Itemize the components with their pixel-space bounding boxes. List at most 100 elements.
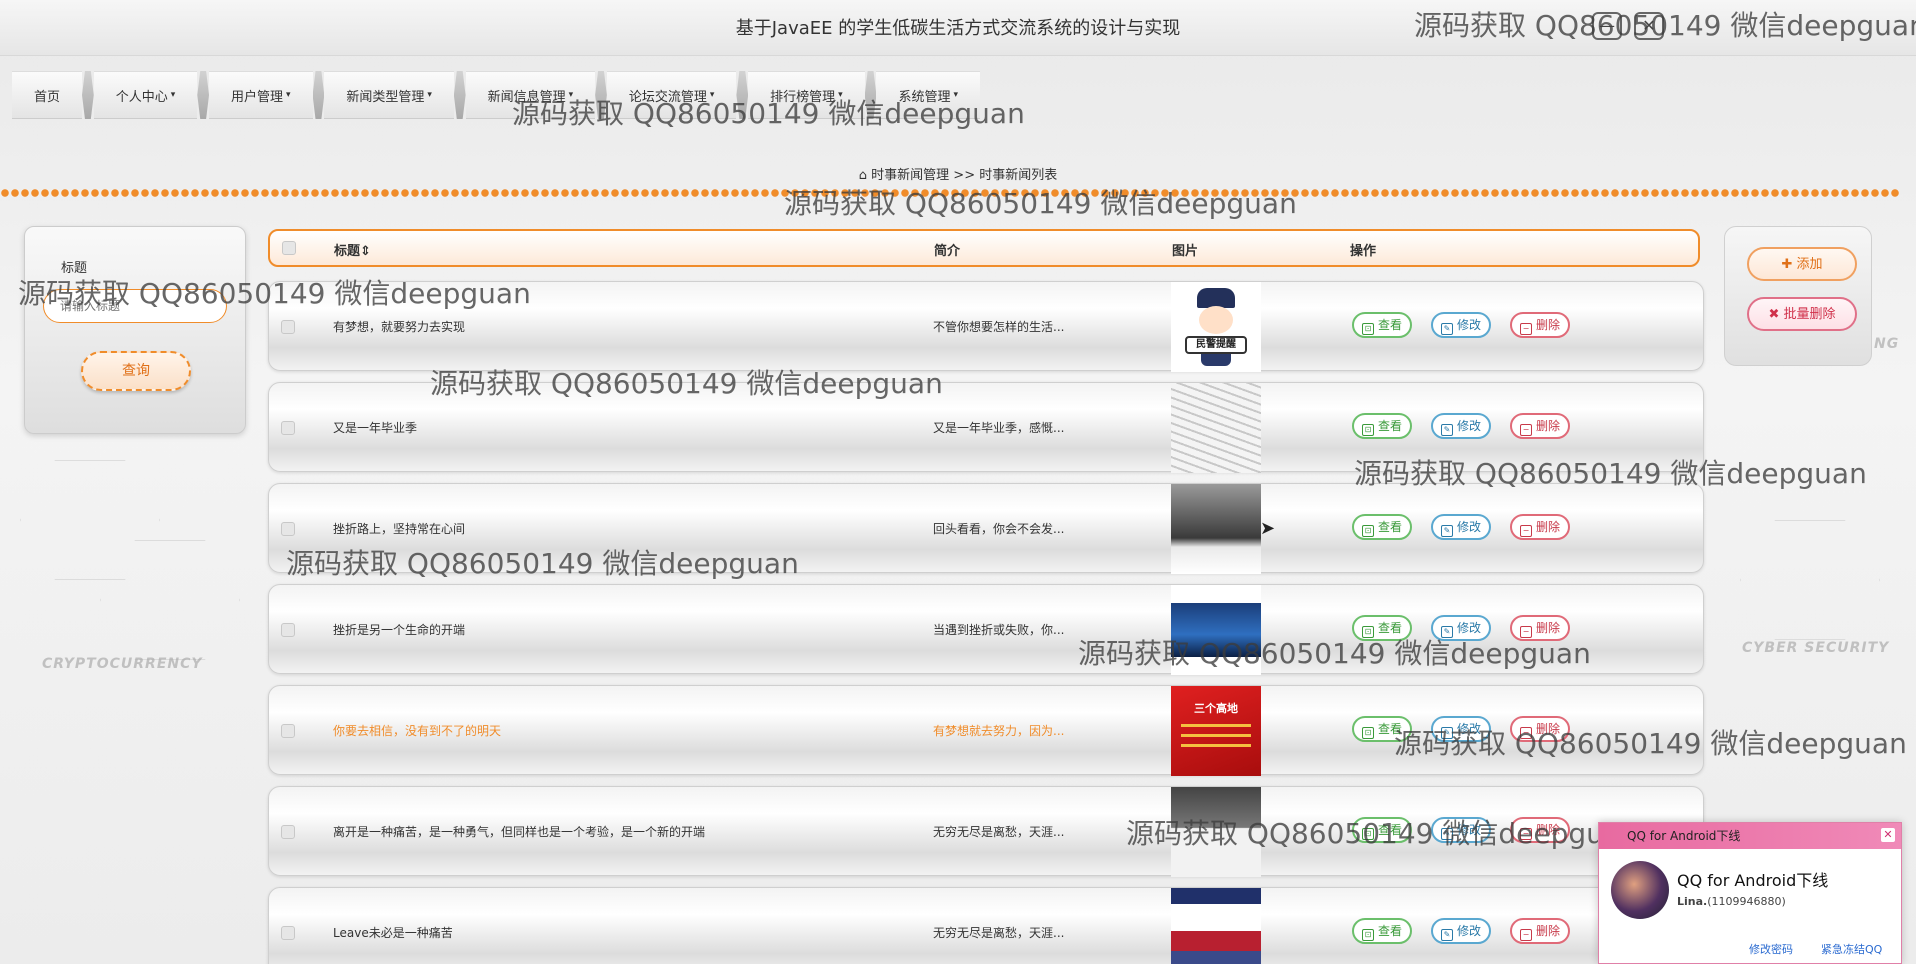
delete-button[interactable]: − 删除 (1510, 817, 1571, 843)
row-checkbox[interactable] (281, 522, 295, 536)
image-caption: 三个高地 (1194, 702, 1238, 715)
action-panel: ✚ 添加 ✖ 批量删除 (1724, 226, 1872, 366)
view-button-label: 查看 (1378, 621, 1403, 635)
edit-button[interactable]: ✎ 修改 (1431, 817, 1492, 843)
nav-item-3[interactable]: 新闻类型管理 ▾ (324, 71, 454, 119)
delete-button[interactable]: − 删除 (1510, 312, 1571, 338)
home-icon[interactable]: ⌂ (859, 168, 867, 183)
nav-item-label: 排行榜管理 (770, 89, 836, 105)
batch-delete-label: 批量删除 (1783, 307, 1836, 322)
row-title: Leave未必是一种痛苦 (333, 926, 453, 940)
search-input[interactable] (43, 289, 227, 323)
chevron-down-icon: ▾ (838, 90, 843, 100)
row-checkbox[interactable] (281, 320, 295, 334)
view-button-label: 查看 (1378, 419, 1403, 433)
view-button[interactable]: ⊡ 查看 (1352, 413, 1413, 439)
bg-label-crypto: CRYPTOCURRENCY (42, 656, 203, 672)
delete-button-label: 删除 (1536, 419, 1561, 433)
nav-item-4[interactable]: 新闻信息管理 ▾ (465, 71, 596, 119)
delete-button-label: 删除 (1536, 722, 1561, 736)
view-button[interactable]: ⊡ 查看 (1352, 716, 1413, 742)
newspaper-image (1171, 383, 1261, 473)
bg-label-ng: NG (1874, 336, 1900, 352)
table-row[interactable]: 又是一年毕业季 又是一年毕业季，感慨... ⊡ 查看 ✎ 修改 − 删除 (268, 382, 1704, 473)
minimize-icon[interactable]: — (1592, 12, 1622, 40)
search-button[interactable]: 查询 (81, 351, 191, 391)
nav-item-0[interactable]: 首页 (12, 71, 83, 119)
nav-item-label: 新闻类型管理 (346, 89, 425, 105)
edit-button-label: 修改 (1457, 722, 1482, 736)
edit-button[interactable]: ✎ 修改 (1431, 918, 1492, 944)
batch-delete-button[interactable]: ✖ 批量删除 (1747, 297, 1857, 331)
delete-icon: − (1520, 323, 1532, 335)
view-icon: ⊡ (1362, 828, 1374, 840)
nav-separator (453, 71, 466, 119)
table-row[interactable]: 有梦想，就要努力去实现 不管你想要怎样的生活... 民警提醒 ⊡ 查看 ✎ 修改 − 删除 (268, 281, 1704, 372)
edit-button[interactable]: ✎ 修改 (1431, 716, 1492, 742)
edit-button[interactable]: ✎ 修改 (1431, 514, 1492, 540)
chevron-down-icon: ▾ (953, 90, 958, 100)
edit-button[interactable]: ✎ 修改 (1431, 413, 1492, 439)
table-row[interactable]: 挫折是另一个生命的开端 当遇到挫折或失败，你... ⊡ 查看 ✎ 修改 − 删除 (268, 584, 1704, 675)
row-checkbox[interactable] (281, 724, 295, 738)
nav-separator (864, 71, 877, 119)
nav-item-label: 论坛交流管理 (628, 89, 707, 105)
edit-button[interactable]: ✎ 修改 (1431, 312, 1492, 338)
delete-button[interactable]: − 删除 (1510, 615, 1571, 641)
row-checkbox[interactable] (281, 825, 295, 839)
qq-popup-close-icon[interactable]: ✕ (1881, 828, 1895, 842)
row-title: 又是一年毕业季 (333, 421, 418, 435)
nav-item-6[interactable]: 排行榜管理 ▾ (748, 71, 865, 119)
edit-button-label: 修改 (1457, 823, 1482, 837)
freeze-account-link[interactable]: 紧急冻结QQ (1821, 941, 1882, 957)
view-button-label: 查看 (1378, 318, 1403, 332)
magazine-cover-image (1171, 888, 1261, 964)
table-row[interactable]: 离开是一种痛苦，是一种勇气，但同样也是一个考验，是一个新的开端 无穷无尽是离愁，天… (268, 786, 1704, 877)
avatar (1611, 861, 1669, 919)
row-checkbox[interactable] (281, 421, 295, 435)
change-password-link[interactable]: 修改密码 (1749, 941, 1793, 957)
delete-button[interactable]: − 删除 (1510, 716, 1571, 742)
chevron-down-icon: ▾ (709, 90, 715, 100)
breadcrumb: ⌂ 时事新闻管理 >> 时事新闻列表 (0, 164, 1916, 183)
nav-item-7[interactable]: 系统管理 ▾ (876, 71, 980, 119)
view-button[interactable]: ⊡ 查看 (1352, 615, 1413, 641)
column-header-title[interactable]: 标题⇕ (334, 240, 371, 259)
nav-item-5[interactable]: 论坛交流管理 ▾ (606, 71, 737, 119)
view-button-label: 查看 (1378, 722, 1403, 736)
edit-button[interactable]: ✎ 修改 (1431, 615, 1492, 641)
close-icon[interactable]: ✕ (1634, 12, 1664, 40)
nav-item-1[interactable]: 个人中心 ▾ (93, 71, 198, 119)
row-title: 离开是一种痛苦，是一种勇气，但同样也是一个考验，是一个新的开端 (333, 825, 706, 839)
delete-button[interactable]: − 删除 (1510, 918, 1571, 944)
row-title: 挫折路上，坚持常在心间 (333, 522, 466, 536)
view-button[interactable]: ⊡ 查看 (1352, 817, 1413, 843)
delete-button[interactable]: − 删除 (1510, 413, 1571, 439)
delete-icon: − (1520, 727, 1532, 739)
view-button-label: 查看 (1378, 823, 1403, 837)
table-row[interactable]: 你要去相信，没有到不了的明天 有梦想就去努力，因为... 三个高地 ⊡ 查看 ✎ 修改 − 删除 (268, 685, 1704, 776)
add-button[interactable]: ✚ 添加 (1747, 247, 1857, 281)
view-icon: ⊡ (1362, 525, 1374, 537)
nav-item-2[interactable]: 用户管理 ▾ (209, 71, 313, 119)
edit-icon: ✎ (1441, 828, 1453, 840)
view-button[interactable]: ⊡ 查看 (1352, 918, 1413, 944)
app-title: 基于JavaEE 的学生低碳生活方式交流系统的设计与实现 (735, 18, 1181, 39)
nav-separator (312, 71, 325, 119)
row-checkbox[interactable] (281, 623, 295, 637)
edit-button-label: 修改 (1457, 621, 1482, 635)
table-row[interactable]: 挫折路上，坚持常在心间 回头看看，你会不会发... ⊡ 查看 ✎ 修改 − 删除 (268, 483, 1704, 574)
red-poster-image: 三个高地 (1171, 686, 1261, 776)
row-checkbox[interactable] (281, 926, 295, 940)
table-row[interactable]: Leave未必是一种痛苦 无穷无尽是离愁，天涯... ⊡ 查看 ✎ 修改 − 删除 (268, 887, 1704, 964)
select-all-checkbox[interactable] (282, 241, 296, 255)
delete-button[interactable]: − 删除 (1510, 514, 1571, 540)
chevron-down-icon: ▾ (568, 90, 574, 100)
qq-popup-header-text: QQ for Android下线 (1627, 829, 1741, 843)
bw-document-image (1171, 787, 1261, 877)
view-button[interactable]: ⊡ 查看 (1352, 312, 1413, 338)
search-label: 标题 (61, 261, 88, 276)
view-button[interactable]: ⊡ 查看 (1352, 514, 1413, 540)
edit-icon: ✎ (1441, 929, 1453, 941)
breadcrumb-path: 时事新闻管理 >> 时事新闻列表 (871, 168, 1058, 183)
